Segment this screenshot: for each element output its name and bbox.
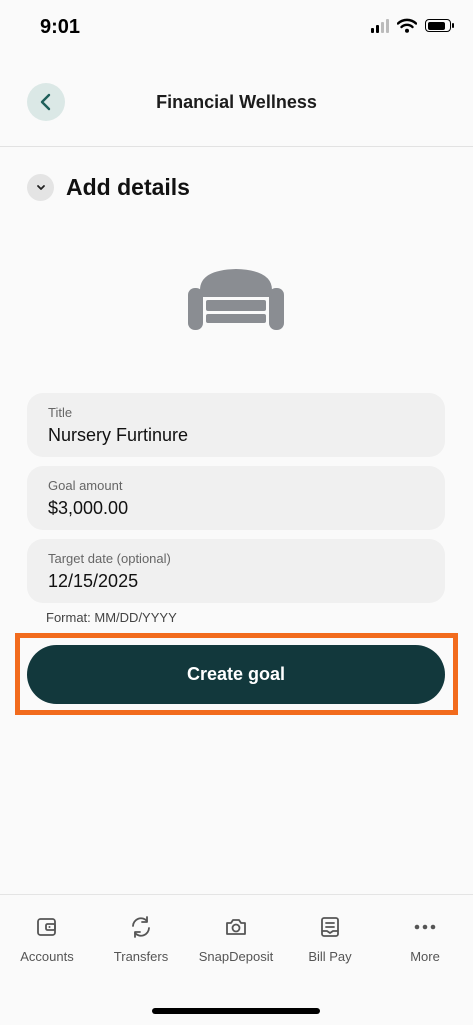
header: Financial Wellness	[0, 62, 473, 147]
create-goal-button[interactable]: Create goal	[27, 645, 445, 704]
date-format-hint: Format: MM/DD/YYYY	[46, 610, 177, 625]
tab-snapdeposit[interactable]: SnapDeposit	[189, 915, 283, 964]
target-date-field[interactable]: Target date (optional)	[27, 539, 445, 603]
section-header: Add details	[27, 174, 190, 201]
tab-transfers-label: Transfers	[113, 949, 169, 964]
tab-accounts-label: Accounts	[20, 949, 74, 964]
goal-amount-label: Goal amount	[48, 478, 123, 493]
chevron-down-icon	[36, 184, 45, 190]
wifi-icon	[397, 18, 417, 33]
title-field[interactable]: Title	[27, 393, 445, 457]
tab-transfers[interactable]: Transfers	[94, 915, 188, 964]
tab-snapdeposit-label: SnapDeposit	[198, 949, 274, 964]
wallet-icon	[37, 918, 56, 936]
goal-amount-input[interactable]	[48, 498, 424, 519]
signal-icon	[371, 18, 389, 33]
page-title: Financial Wellness	[156, 92, 317, 112]
bill-icon	[321, 917, 339, 937]
more-dots-icon	[414, 924, 436, 930]
target-date-input[interactable]	[48, 571, 424, 592]
status-bar: 9:01	[0, 0, 473, 56]
status-icons	[371, 18, 454, 33]
home-indicator	[152, 1008, 320, 1014]
bottom-tab-bar: Accounts Transfers SnapDeposit Bill Pay …	[0, 894, 473, 1025]
title-input[interactable]	[48, 425, 424, 446]
goal-amount-field[interactable]: Goal amount	[27, 466, 445, 530]
transfer-arrows-icon	[132, 916, 150, 938]
collapse-toggle-button[interactable]	[27, 174, 54, 201]
tab-more-label: More	[410, 949, 440, 964]
battery-icon	[425, 19, 454, 32]
tab-accounts[interactable]: Accounts	[0, 915, 94, 964]
title-label: Title	[48, 405, 73, 420]
tab-more[interactable]: More	[378, 915, 472, 964]
tab-bill-pay[interactable]: Bill Pay	[283, 915, 377, 964]
tab-bill-pay-label: Bill Pay	[308, 949, 352, 964]
target-date-label: Target date (optional)	[48, 551, 171, 566]
camera-icon	[226, 919, 246, 935]
section-title: Add details	[66, 174, 190, 200]
sofa-icon	[188, 269, 284, 330]
status-time: 9:01	[40, 16, 81, 38]
